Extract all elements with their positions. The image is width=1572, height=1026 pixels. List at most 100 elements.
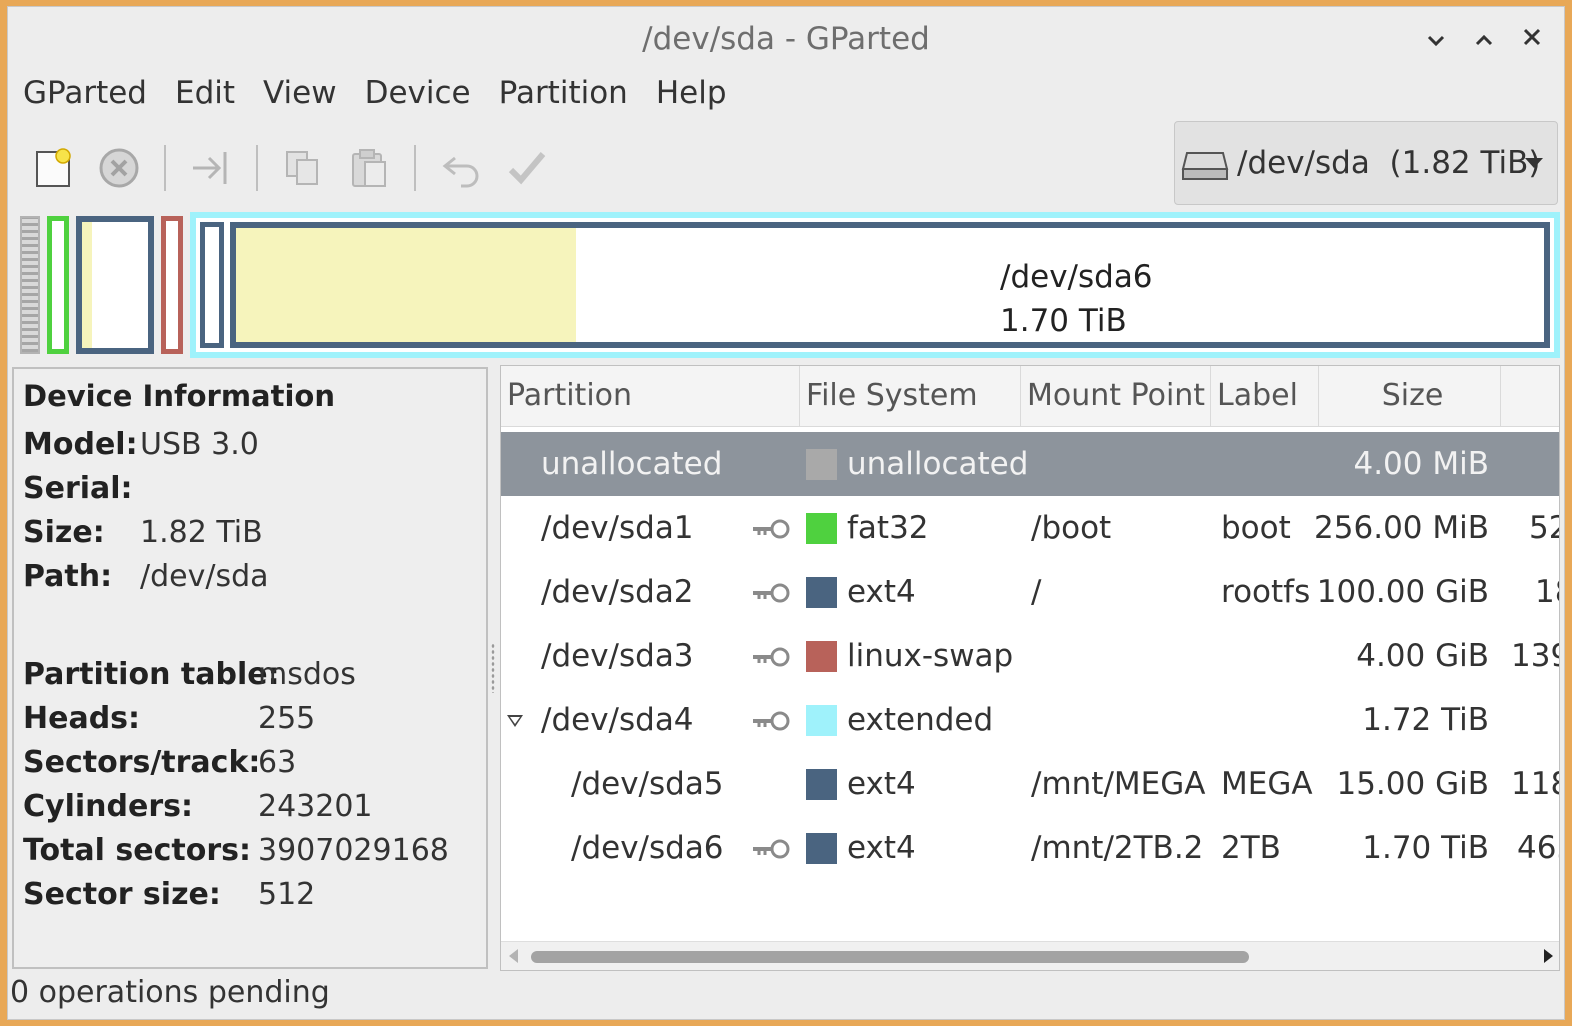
cell-label: MEGA <box>1221 766 1313 802</box>
cell-partition: /dev/sda3 <box>541 638 694 674</box>
disk-sda5[interactable] <box>200 222 224 348</box>
cell-mount-point: /mnt/MEGA <box>1031 766 1206 802</box>
disk-sda6-used <box>236 228 577 342</box>
info-key: Size: <box>23 515 105 550</box>
info-value: 3907029168 <box>258 833 449 868</box>
info-value: msdos <box>258 657 356 692</box>
info-key: Heads: <box>23 701 141 736</box>
cell-file-system: extended <box>847 702 994 738</box>
cell-used: 139 <box>1511 638 1559 674</box>
menu-view[interactable]: View <box>249 69 351 119</box>
cell-mount-point: / <box>1031 574 1042 610</box>
chevron-up-icon <box>1475 34 1493 46</box>
table-row[interactable]: /dev/sda6 ext4 /mnt/2TB.2 2TB 1.70 TiB 4… <box>501 816 1559 880</box>
info-key: Sector size: <box>23 877 221 912</box>
toolbar-separator <box>164 145 166 191</box>
table-row[interactable]: /dev/sda3 linux-swap 4.00 GiB 139 <box>501 624 1559 688</box>
info-value: 255 <box>258 701 316 736</box>
chevron-down-icon <box>1427 35 1445 47</box>
disk-sda6-name: /dev/sda6 <box>1000 259 1153 295</box>
disk-sda1[interactable] <box>47 216 69 354</box>
table-header: Partition File System Mount Point Label … <box>501 366 1559 427</box>
new-partition-button[interactable] <box>20 135 86 201</box>
device-selector[interactable]: /dev/sda (1.82 TiB) <box>1174 121 1558 205</box>
expander-triangle-icon[interactable] <box>507 715 523 727</box>
fs-color-swatch <box>806 641 837 672</box>
cell-partition: /dev/sda6 <box>571 830 724 866</box>
disk-sda2[interactable] <box>76 216 154 354</box>
cell-used: 118 <box>1511 766 1559 802</box>
fs-color-swatch <box>806 705 837 736</box>
column-partition[interactable]: Partition <box>501 366 800 426</box>
cell-used: 18 <box>1535 574 1559 610</box>
undo-button[interactable] <box>428 135 494 201</box>
fs-color-swatch <box>806 577 837 608</box>
cell-used: 463 <box>1517 830 1559 866</box>
info-key: Partition table: <box>23 657 280 692</box>
fs-color-swatch <box>806 513 837 544</box>
column-used[interactable]: U <box>1501 366 1559 426</box>
disk-sda6[interactable] <box>230 222 1550 348</box>
horizontal-scrollbar[interactable] <box>501 941 1559 970</box>
cell-file-system: linux-swap <box>847 638 1014 674</box>
cell-file-system: unallocated <box>847 446 1029 482</box>
menu-partition[interactable]: Partition <box>485 69 642 119</box>
info-value: 512 <box>258 877 316 912</box>
table-row[interactable]: /dev/sda5 ext4 /mnt/MEGA MEGA 15.00 GiB … <box>501 752 1559 816</box>
copy-icon <box>286 151 318 185</box>
column-file-system[interactable]: File System <box>800 366 1021 426</box>
cell-label: rootfs <box>1221 574 1311 610</box>
maximize-button[interactable] <box>1466 21 1502 57</box>
disk-visualization: /dev/sda6 1.70 TiB <box>16 212 1562 358</box>
copy-button[interactable] <box>270 135 336 201</box>
paste-button[interactable] <box>336 135 402 201</box>
column-mount-point[interactable]: Mount Point <box>1021 366 1211 426</box>
menu-gparted[interactable]: GParted <box>8 69 161 119</box>
cell-file-system: ext4 <box>847 766 916 802</box>
cell-label: boot <box>1221 510 1291 546</box>
device-selector-label: /dev/sda (1.82 TiB) <box>1237 145 1541 181</box>
cell-size: 1.72 TiB <box>1362 702 1489 738</box>
cell-label: 2TB <box>1221 830 1281 866</box>
cell-partition: /dev/sda1 <box>541 510 694 546</box>
cell-file-system: fat32 <box>847 510 929 546</box>
menu-device[interactable]: Device <box>351 69 485 119</box>
info-value: USB 3.0 <box>140 427 259 462</box>
cell-file-system: ext4 <box>847 830 916 866</box>
table-row[interactable]: /dev/sda1 fat32 /boot boot 256.00 MiB 52 <box>501 496 1559 560</box>
key-lock-icon <box>753 647 790 667</box>
apply-button[interactable] <box>494 135 560 201</box>
menu-help[interactable]: Help <box>642 69 741 119</box>
close-button[interactable] <box>1514 21 1550 57</box>
cell-used: 52 <box>1529 510 1559 546</box>
table-row[interactable]: /dev/sda4 extended 1.72 TiB <box>501 688 1559 752</box>
menu-edit[interactable]: Edit <box>161 69 249 119</box>
title-bar[interactable]: /dev/sda - GParted <box>8 7 1564 65</box>
column-size[interactable]: Size <box>1319 366 1501 426</box>
disk-unallocated[interactable] <box>20 216 40 354</box>
scroll-left-arrow-icon[interactable] <box>509 949 518 963</box>
info-key: Cylinders: <box>23 789 193 824</box>
minimize-button[interactable] <box>1418 21 1454 57</box>
scrollbar-thumb[interactable] <box>531 951 1249 963</box>
pane-splitter-handle[interactable] <box>491 643 495 693</box>
delete-circle-icon <box>99 148 139 188</box>
disk-sda3[interactable] <box>161 216 183 354</box>
disk-sda6-size: 1.70 TiB <box>1000 303 1127 339</box>
window-title: /dev/sda - GParted <box>642 21 930 57</box>
table-row[interactable]: unallocated unallocated 4.00 MiB <box>501 432 1559 496</box>
cell-file-system: ext4 <box>847 574 916 610</box>
checkmark-icon <box>508 152 546 185</box>
scroll-right-arrow-icon[interactable] <box>1544 949 1553 963</box>
disk-sda4-extended[interactable]: /dev/sda6 1.70 TiB <box>190 212 1560 358</box>
close-icon <box>1523 28 1541 46</box>
fs-color-swatch <box>806 769 837 800</box>
resize-move-button[interactable] <box>178 135 244 201</box>
info-value: /dev/sda <box>140 559 269 594</box>
cell-size: 4.00 GiB <box>1356 638 1489 674</box>
toolbar-separator <box>414 145 416 191</box>
column-label[interactable]: Label <box>1211 366 1319 426</box>
table-row[interactable]: /dev/sda2 ext4 / rootfs 100.00 GiB 18 <box>501 560 1559 624</box>
new-document-icon <box>36 148 71 187</box>
delete-button[interactable] <box>86 135 152 201</box>
